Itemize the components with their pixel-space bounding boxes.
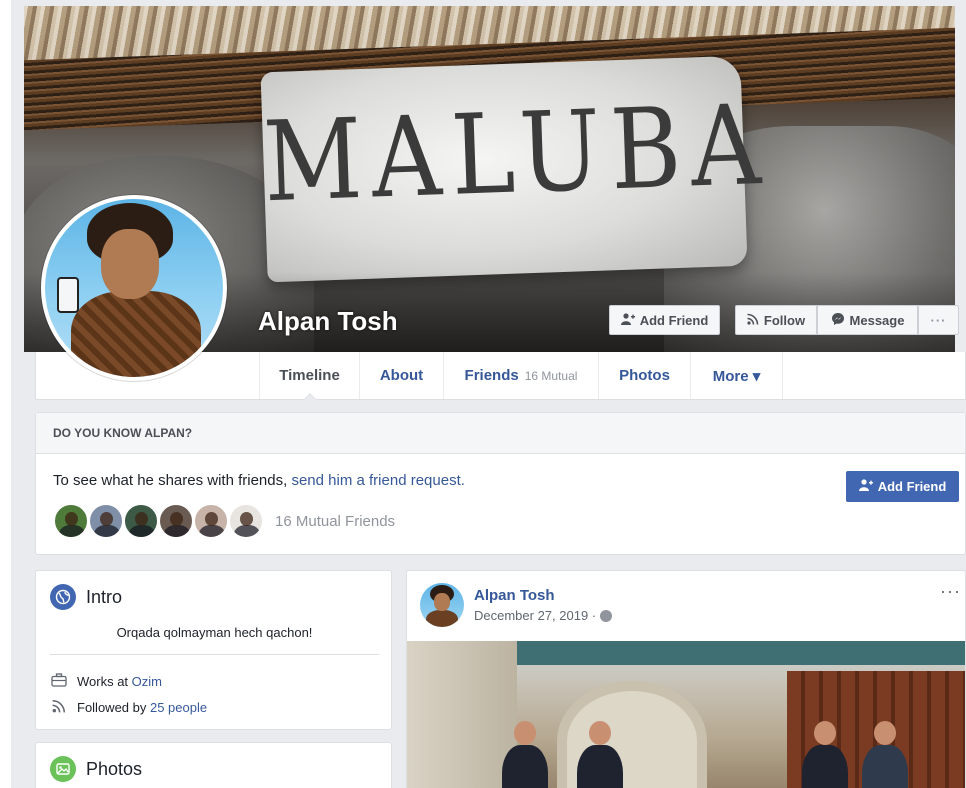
post-image-roof <box>517 641 965 665</box>
intro-card: Intro Orqada qolmayman hech qachon! Work… <box>35 570 392 730</box>
more-options-button[interactable]: ··· <box>918 305 959 335</box>
message-button[interactable]: Message <box>817 305 918 335</box>
post-options-icon[interactable]: ··· <box>940 581 961 602</box>
intro-followed-prefix: Followed by <box>77 700 150 715</box>
tab-friends-count: 16 Mutual <box>524 368 578 383</box>
follow-label: Follow <box>763 312 806 328</box>
post-image[interactable] <box>407 641 965 788</box>
tab-timeline[interactable]: Timeline <box>259 352 360 400</box>
post-date[interactable]: December 27, 2019 · <box>474 608 596 623</box>
do-you-know-prompt: To see what he shares with friends, <box>53 472 292 489</box>
post-image-person <box>502 721 548 788</box>
intro-title: Intro <box>50 584 122 610</box>
photos-title[interactable]: Photos <box>50 756 142 782</box>
mutual-friend-avatar[interactable] <box>193 503 229 539</box>
add-friend-label: Add Friend <box>639 312 709 328</box>
message-label: Message <box>849 312 905 328</box>
tab-more-label: More ▾ <box>712 367 761 385</box>
workplace-link[interactable]: Ozim <box>132 674 162 689</box>
post-image-person <box>802 721 848 788</box>
intro-work-row: Works at Ozim <box>50 673 162 690</box>
intro-followers-row: Followed by 25 people <box>50 699 207 716</box>
intro-work-prefix: Works at <box>77 674 132 689</box>
post-image-pillar <box>407 641 517 788</box>
photos-card: Photos <box>35 742 392 788</box>
friend-request-link[interactable]: send him a friend request. <box>291 472 464 489</box>
cover-carved-text: MALUBA <box>261 80 773 227</box>
post-author-avatar[interactable] <box>420 583 464 627</box>
intro-divider <box>50 654 379 655</box>
profile-body-shape <box>71 291 201 377</box>
do-you-know-card: DO YOU KNOW ALPAN? To see what he shares… <box>35 412 966 555</box>
mutual-friends-count[interactable]: 16 Mutual Friends <box>275 513 395 530</box>
tab-photos[interactable]: Photos <box>599 352 691 399</box>
messenger-icon <box>831 312 845 329</box>
profile-picture[interactable] <box>41 195 227 381</box>
post-image-person <box>577 721 623 788</box>
do-you-know-text: To see what he shares with friends, send… <box>53 472 465 489</box>
briefcase-icon <box>50 673 68 690</box>
photo-icon <box>50 756 76 782</box>
tab-timeline-label: Timeline <box>279 367 340 384</box>
globe-icon <box>50 584 76 610</box>
profile-face-shape <box>101 229 159 299</box>
follow-button[interactable]: Follow <box>735 305 817 335</box>
add-friend-button[interactable]: Add Friend <box>609 305 720 335</box>
followers-link[interactable]: 25 people <box>150 700 207 715</box>
do-you-know-header: DO YOU KNOW ALPAN? <box>36 413 965 454</box>
tab-friends-label: Friends <box>464 367 519 384</box>
add-friend-icon <box>858 479 873 494</box>
rss-icon <box>50 699 68 716</box>
post-author-name[interactable]: Alpan Tosh <box>474 587 555 604</box>
tab-more[interactable]: More ▾ <box>691 352 783 399</box>
post-image-person <box>862 721 908 788</box>
intro-title-label: Intro <box>86 586 123 607</box>
tab-friends[interactable]: Friends 16 Mutual <box>444 352 599 399</box>
add-friend-primary-button[interactable]: Add Friend <box>846 471 959 502</box>
tab-about[interactable]: About <box>360 352 444 399</box>
tab-about-label: About <box>379 367 424 384</box>
rss-icon <box>747 313 759 328</box>
left-margin <box>0 0 11 788</box>
mutual-friend-avatar[interactable] <box>228 503 264 539</box>
cover-stone-slab: MALUBA <box>260 55 773 283</box>
mutual-friend-avatar[interactable] <box>53 503 89 539</box>
mutual-friend-avatar[interactable] <box>158 503 194 539</box>
photos-title-label: Photos <box>86 758 143 779</box>
post-card: Alpan Tosh December 27, 2019 · ··· <box>406 570 966 788</box>
mutual-friend-avatar[interactable] <box>88 503 124 539</box>
mutual-friends-row: 16 Mutual Friends <box>53 503 395 539</box>
profile-name[interactable]: Alpan Tosh <box>258 306 398 337</box>
intro-bio: Orqada qolmayman hech qachon! <box>116 625 313 640</box>
mutual-friend-avatar[interactable] <box>123 503 159 539</box>
post-meta: December 27, 2019 · <box>474 608 613 623</box>
add-friend-primary-label: Add Friend <box>877 479 947 494</box>
add-friend-icon <box>620 312 635 328</box>
public-globe-icon[interactable] <box>600 609 613 622</box>
tab-photos-label: Photos <box>619 367 670 384</box>
profile-phone-shape <box>57 277 79 313</box>
active-tab-indicator <box>302 393 317 400</box>
profile-picture-image <box>45 199 223 377</box>
